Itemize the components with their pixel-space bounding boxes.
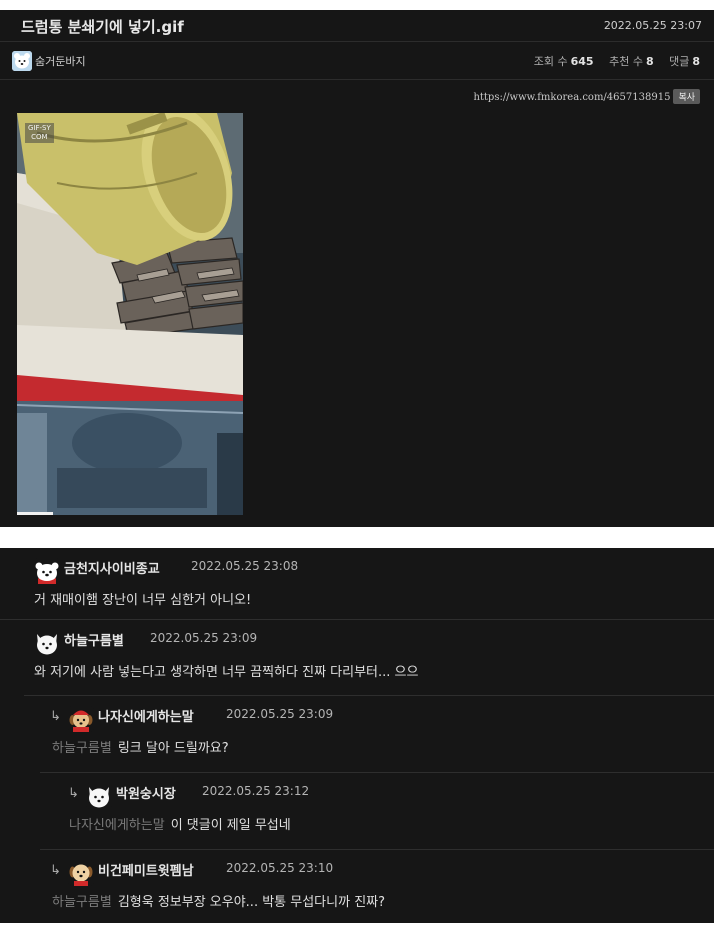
gif-watermark: GIF-SY COM bbox=[25, 123, 54, 143]
white-dog-icon bbox=[34, 630, 60, 656]
gif-image[interactable]: GIF-SY COM bbox=[17, 113, 243, 515]
watermark-line-2: COM bbox=[31, 133, 48, 141]
comment-date: 2022.05.25 23:10 bbox=[226, 861, 334, 875]
comment-mention[interactable]: 하늘구름별 bbox=[52, 741, 112, 756]
comment-date: 2022.05.25 23:09 bbox=[150, 631, 258, 645]
gif-progress-bar bbox=[17, 512, 54, 515]
comment-body: 이 댓글이 제일 무섭네 bbox=[170, 818, 291, 833]
reply-arrow-icon: ↳ bbox=[50, 709, 61, 724]
post-header: 드럼통 분쇄기에 넣기.gif 2022.05.25 23:07 bbox=[0, 10, 714, 42]
post-url[interactable]: https://www.fmkorea.com/4657138915 bbox=[473, 92, 670, 103]
comments-label: 댓글 bbox=[669, 55, 690, 68]
comments-count: 8 bbox=[692, 55, 700, 68]
post-author-name[interactable]: 숨거둔바지 bbox=[35, 53, 86, 69]
watermark-line-1: GIF-SY bbox=[28, 124, 51, 132]
comment-mention[interactable]: 하늘구름별 bbox=[52, 895, 112, 910]
comment-item: 하늘구름별 2022.05.25 23:09 와 저기에 사람 넣는다고 생각하… bbox=[24, 620, 714, 696]
polar-bear-icon bbox=[12, 51, 32, 71]
comment-mention[interactable]: 나자신에게하는말 bbox=[69, 818, 165, 833]
comment-reply-item: ↳ 박원숭시장 2022.05.25 23:12 나자신에게하는말 이 댓글이 제… bbox=[40, 773, 714, 850]
comments-panel: 금천지사이비종교 2022.05.25 23:08 거 재매이햄 장난이 너무 … bbox=[0, 548, 714, 923]
post-panel: 드럼통 분쇄기에 넣기.gif 2022.05.25 23:07 숨거둔바지 조… bbox=[0, 10, 714, 527]
reply-arrow-icon: ↳ bbox=[50, 863, 61, 878]
reply-arrow-icon: ↳ bbox=[68, 786, 79, 801]
comment-body: 거 재매이햄 장난이 너무 심한거 아니오! bbox=[34, 593, 252, 608]
shredder-scene bbox=[17, 113, 243, 515]
comment-author[interactable]: 비건페미트윗펨남 bbox=[98, 860, 194, 879]
copy-url-button[interactable]: 복사 bbox=[673, 89, 700, 104]
comment-author[interactable]: 하늘구름별 bbox=[64, 630, 124, 649]
post-title[interactable]: 드럼통 분쇄기에 넣기.gif bbox=[21, 16, 184, 37]
comment-date: 2022.05.25 23:08 bbox=[191, 559, 299, 573]
views-count: 645 bbox=[570, 55, 594, 68]
votes-label: 추천 수 bbox=[609, 55, 643, 68]
comment-text: 하늘구름별 링크 달아 드릴까요? bbox=[52, 737, 229, 756]
post-url-line: https://www.fmkorea.com/4657138915 복사 bbox=[473, 89, 700, 104]
votes-count: 8 bbox=[645, 55, 654, 68]
comment-text: 와 저기에 사람 넣는다고 생각하면 너무 끔찍하다 진짜 다리부터... 으으 bbox=[34, 661, 418, 680]
comment-author[interactable]: 박원숭시장 bbox=[116, 783, 176, 802]
comment-body: 링크 달아 드릴까요? bbox=[117, 741, 229, 756]
comment-author[interactable]: 나자신에게하는말 bbox=[98, 706, 194, 725]
comment-text: 하늘구름별 김형욱 정보부장 오우야... 박통 무섭다니까 진짜? bbox=[52, 891, 385, 910]
puppy-icon bbox=[68, 860, 94, 886]
polar-bear-santa-icon bbox=[34, 558, 60, 584]
comment-reply-item: ↳ 비건페미트윗펨남 2022.05.25 23:10 하늘구름별 김형욱 정보부… bbox=[40, 850, 714, 923]
views-label: 조회 수 bbox=[533, 55, 568, 68]
post-author-bar: 숨거둔바지 조회 수 645 추천 수8 댓글 8 bbox=[0, 43, 714, 80]
comment-reply-item: ↳ 나자신에게하는말 2022.05.25 23:09 하늘구름별 링크 달아 드… bbox=[40, 696, 714, 773]
post-date: 2022.05.25 23:07 bbox=[603, 19, 702, 32]
comment-date: 2022.05.25 23:09 bbox=[226, 707, 334, 721]
comment-text: 나자신에게하는말 이 댓글이 제일 무섭네 bbox=[69, 814, 291, 833]
comment-author[interactable]: 금천지사이비종교 bbox=[64, 558, 160, 577]
comment-text: 거 재매이햄 장난이 너무 심한거 아니오! bbox=[34, 589, 251, 608]
comment-item: 금천지사이비종교 2022.05.25 23:08 거 재매이햄 장난이 너무 … bbox=[0, 548, 714, 620]
post-stats: 조회 수 645 추천 수8 댓글 8 bbox=[534, 53, 700, 69]
comment-body: 김형욱 정보부장 오우야... 박통 무섭다니까 진짜? bbox=[117, 895, 386, 910]
white-dog-icon bbox=[86, 783, 112, 809]
comment-body: 와 저기에 사람 넣는다고 생각하면 너무 끔찍하다 진짜 다리부터... 으으 bbox=[34, 665, 419, 680]
puppy-santa-icon bbox=[68, 706, 94, 732]
comment-date: 2022.05.25 23:12 bbox=[202, 784, 310, 798]
